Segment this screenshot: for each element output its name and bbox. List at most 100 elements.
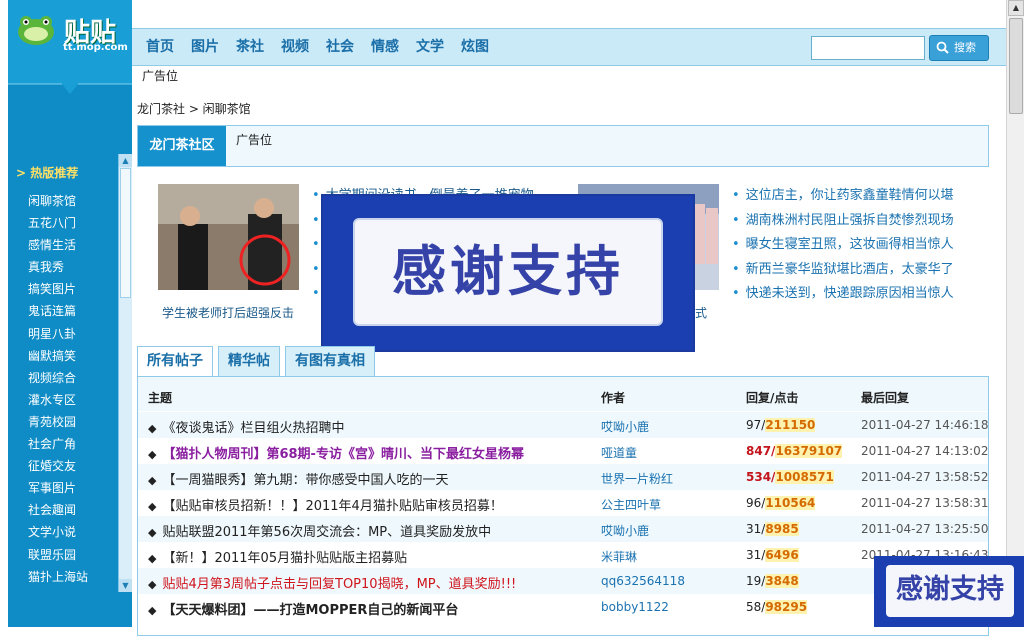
post-author[interactable]: 世界一片粉红 — [601, 470, 673, 487]
header-author: 作者 — [601, 391, 626, 405]
sidebar-item[interactable]: 灌水专区 — [28, 389, 88, 411]
click-count: 16379107 — [775, 444, 843, 458]
scroll-thumb[interactable] — [120, 168, 131, 298]
sidebar-scrollbar[interactable]: ▲ ▼ — [118, 154, 132, 592]
post-author[interactable]: qq632564118 — [601, 574, 685, 588]
nav-item[interactable]: 炫图 — [461, 29, 489, 65]
reply-count: 97/ — [746, 418, 766, 432]
post-author[interactable]: 米菲琳 — [601, 548, 637, 565]
sidebar-item[interactable]: 猫扑上海站 — [28, 566, 88, 588]
tab-all-posts[interactable]: 所有帖子 — [137, 346, 213, 377]
click-count: 98295 — [765, 600, 808, 614]
page-scrollbar[interactable]: ▲ — [1006, 0, 1024, 627]
sidebar-item[interactable]: 社会广角 — [28, 433, 88, 455]
reply-count: 19/ — [746, 574, 766, 588]
frog-logo-icon — [18, 16, 54, 45]
click-count: 8985 — [765, 522, 799, 536]
nav-item[interactable]: 情感 — [371, 29, 399, 65]
sidebar-divider — [8, 64, 132, 94]
post-author[interactable]: 哑道童 — [601, 444, 637, 461]
table-header: 主题 作者 回复/点击 最后回复 — [138, 377, 988, 411]
post-author[interactable]: 哎呦小鹿 — [601, 418, 649, 435]
post-title[interactable]: 【一周猫眼秀】第九期：带你感受中国人吃的一天 — [148, 469, 448, 488]
news-photo-caption[interactable]: 学生被老师打后超强反击 — [162, 304, 294, 321]
news-photo-caption[interactable]: 式 — [695, 304, 707, 321]
news-item[interactable]: 快递未送到，快递跟踪原因相当惊人 — [732, 282, 954, 307]
last-reply-time: 2011-04-27 14:13:02 — [861, 444, 989, 458]
table-row[interactable]: 【猫扑人物周刊】第68期-专访《宫》晴川、当下最红女星杨幂 哑道童 847/16… — [138, 438, 988, 464]
news-item[interactable]: 这位店主，你让药家鑫童鞋情何以堪 — [732, 184, 954, 209]
click-count: 3848 — [765, 574, 799, 588]
table-row[interactable]: 【一周猫眼秀】第九期：带你感受中国人吃的一天 世界一片粉红 534/100857… — [138, 464, 988, 490]
post-author[interactable]: 公主四叶草 — [601, 496, 661, 513]
scroll-up-arrow-icon[interactable]: ▲ — [1008, 0, 1024, 16]
news-photo[interactable] — [158, 184, 299, 290]
post-stats: 31/6496 — [746, 548, 799, 562]
table-row[interactable]: 【新！】2011年05月猫扑贴贴版主招募贴 米菲琳 31/6496 2011-0… — [138, 542, 988, 568]
post-title[interactable]: 【新！】2011年05月猫扑贴贴版主招募贴 — [148, 547, 407, 566]
news-item[interactable]: 新西兰豪华监狱堪比酒店，太豪华了 — [732, 258, 954, 283]
sidebar-item[interactable]: 幽默搞笑 — [28, 345, 88, 367]
thanks-corner-badge[interactable]: 感谢支持 — [874, 556, 1024, 627]
sidebar-item[interactable]: 文学小说 — [28, 521, 88, 543]
nav-menu: 首页 图片 茶社 视频 社会 情感 文学 炫图 — [146, 29, 506, 65]
sidebar-item[interactable]: 感情生活 — [28, 234, 88, 256]
sidebar-item[interactable]: 五花八门 — [28, 212, 88, 234]
table-row[interactable]: 【贴贴审核员招新！！】2011年4月猫扑贴贴审核员招募！ 公主四叶草 96/11… — [138, 490, 988, 516]
sidebar-item[interactable]: 搞笑图片 — [28, 278, 88, 300]
table-row[interactable]: 贴贴联盟2011年第56次周交流会：MP、道具奖励发放中 哎呦小鹿 31/898… — [138, 516, 988, 542]
nav-item[interactable]: 文学 — [416, 29, 444, 65]
post-author[interactable]: 哎呦小鹿 — [601, 522, 649, 539]
sidebar-list: 闲聊茶馆 五花八门 感情生活 真我秀 搞笑图片 鬼话连篇 明星八卦 幽默搞笑 视… — [28, 190, 88, 588]
community-title[interactable]: 龙门茶社区 — [138, 126, 226, 166]
tab-with-images[interactable]: 有图有真相 — [285, 346, 375, 376]
sidebar-item[interactable]: 军事图片 — [28, 477, 88, 499]
post-title[interactable]: 贴贴4月第3周帖子点击与回复TOP10揭晓，MP、道具奖励!!! — [148, 573, 516, 592]
post-title[interactable]: 【猫扑人物周刊】第68期-专访《宫》晴川、当下最红女星杨幂 — [148, 443, 524, 462]
post-title[interactable]: 【贴贴审核员招新！！】2011年4月猫扑贴贴审核员招募！ — [148, 495, 502, 514]
news-item[interactable]: 曝女生寝室丑照，这妆画得相当惊人 — [732, 233, 954, 258]
sidebar-item[interactable]: 闲聊茶馆 — [28, 190, 88, 212]
sidebar-item[interactable]: 真我秀 — [28, 256, 88, 278]
ad-slot[interactable]: 广告位 — [236, 131, 272, 148]
table-row[interactable]: 贴贴4月第3周帖子点击与回复TOP10揭晓，MP、道具奖励!!! qq63256… — [138, 568, 988, 594]
left-sidebar: 贴贴 tt.mop.com > 热版推荐 闲聊茶馆 五花八门 感情生活 真我秀 … — [8, 0, 132, 627]
scroll-thumb[interactable] — [1009, 18, 1023, 114]
scroll-down-arrow-icon[interactable]: ▼ — [119, 579, 132, 592]
hot-recommend-title: > 热版推荐 — [16, 166, 79, 180]
search-input[interactable] — [811, 36, 925, 60]
thanks-popup-panel: 感谢支持 — [353, 218, 663, 326]
breadcrumb[interactable]: 龙门茶社 > 闲聊茶馆 — [137, 100, 251, 117]
sidebar-item[interactable]: 征婚交友 — [28, 455, 88, 477]
nav-item[interactable]: 首页 — [146, 29, 174, 65]
sidebar-item[interactable]: 鬼话连篇 — [28, 300, 88, 322]
reply-count: 847/ — [746, 444, 776, 458]
sidebar-item[interactable]: 青苑校园 — [28, 411, 88, 433]
nav-item[interactable]: 茶社 — [236, 29, 264, 65]
sidebar-item[interactable]: 视频综合 — [28, 367, 88, 389]
scroll-up-arrow-icon[interactable]: ▲ — [119, 154, 132, 167]
sidebar-item[interactable]: 明星八卦 — [28, 323, 88, 345]
last-reply-time: 2011-04-27 13:25:50 — [861, 522, 989, 536]
post-title[interactable]: 贴贴联盟2011年第56次周交流会：MP、道具奖励发放中 — [148, 521, 491, 540]
thanks-popup[interactable]: 感谢支持 — [321, 194, 695, 352]
search-button[interactable]: 搜索 — [929, 35, 989, 61]
news-item[interactable]: 湖南株洲村民阻止强拆自焚惨烈现场 — [732, 209, 954, 234]
thanks-corner-panel: 感谢支持 — [886, 565, 1014, 617]
nav-item[interactable]: 视频 — [281, 29, 309, 65]
nav-item[interactable]: 图片 — [191, 29, 219, 65]
post-author[interactable]: bobby1122 — [601, 600, 669, 614]
sidebar-item[interactable]: 社会趣闻 — [28, 499, 88, 521]
tab-featured[interactable]: 精华帖 — [218, 346, 280, 376]
post-title[interactable]: 《夜谈鬼话》栏目组火热招聘中 — [148, 417, 344, 436]
post-title[interactable]: 【天天爆料团】——打造MOPPER自己的新闻平台 — [148, 599, 458, 618]
ad-slot[interactable]: 广告位 — [142, 67, 178, 84]
table-row[interactable]: 《夜谈鬼话》栏目组火热招聘中 哎呦小鹿 97/211150 2011-04-27… — [138, 412, 988, 438]
reply-count: 58/ — [746, 600, 766, 614]
click-count: 110564 — [765, 496, 816, 510]
nav-item[interactable]: 社会 — [326, 29, 354, 65]
sidebar-item[interactable]: 联盟乐园 — [28, 544, 88, 566]
last-reply-time: 2011-04-27 13:58:31 — [861, 496, 989, 510]
table-row[interactable]: 【天天爆料团】——打造MOPPER自己的新闻平台 bobby1122 58/98… — [138, 594, 988, 620]
logo[interactable]: 贴贴 tt.mop.com — [8, 0, 132, 64]
